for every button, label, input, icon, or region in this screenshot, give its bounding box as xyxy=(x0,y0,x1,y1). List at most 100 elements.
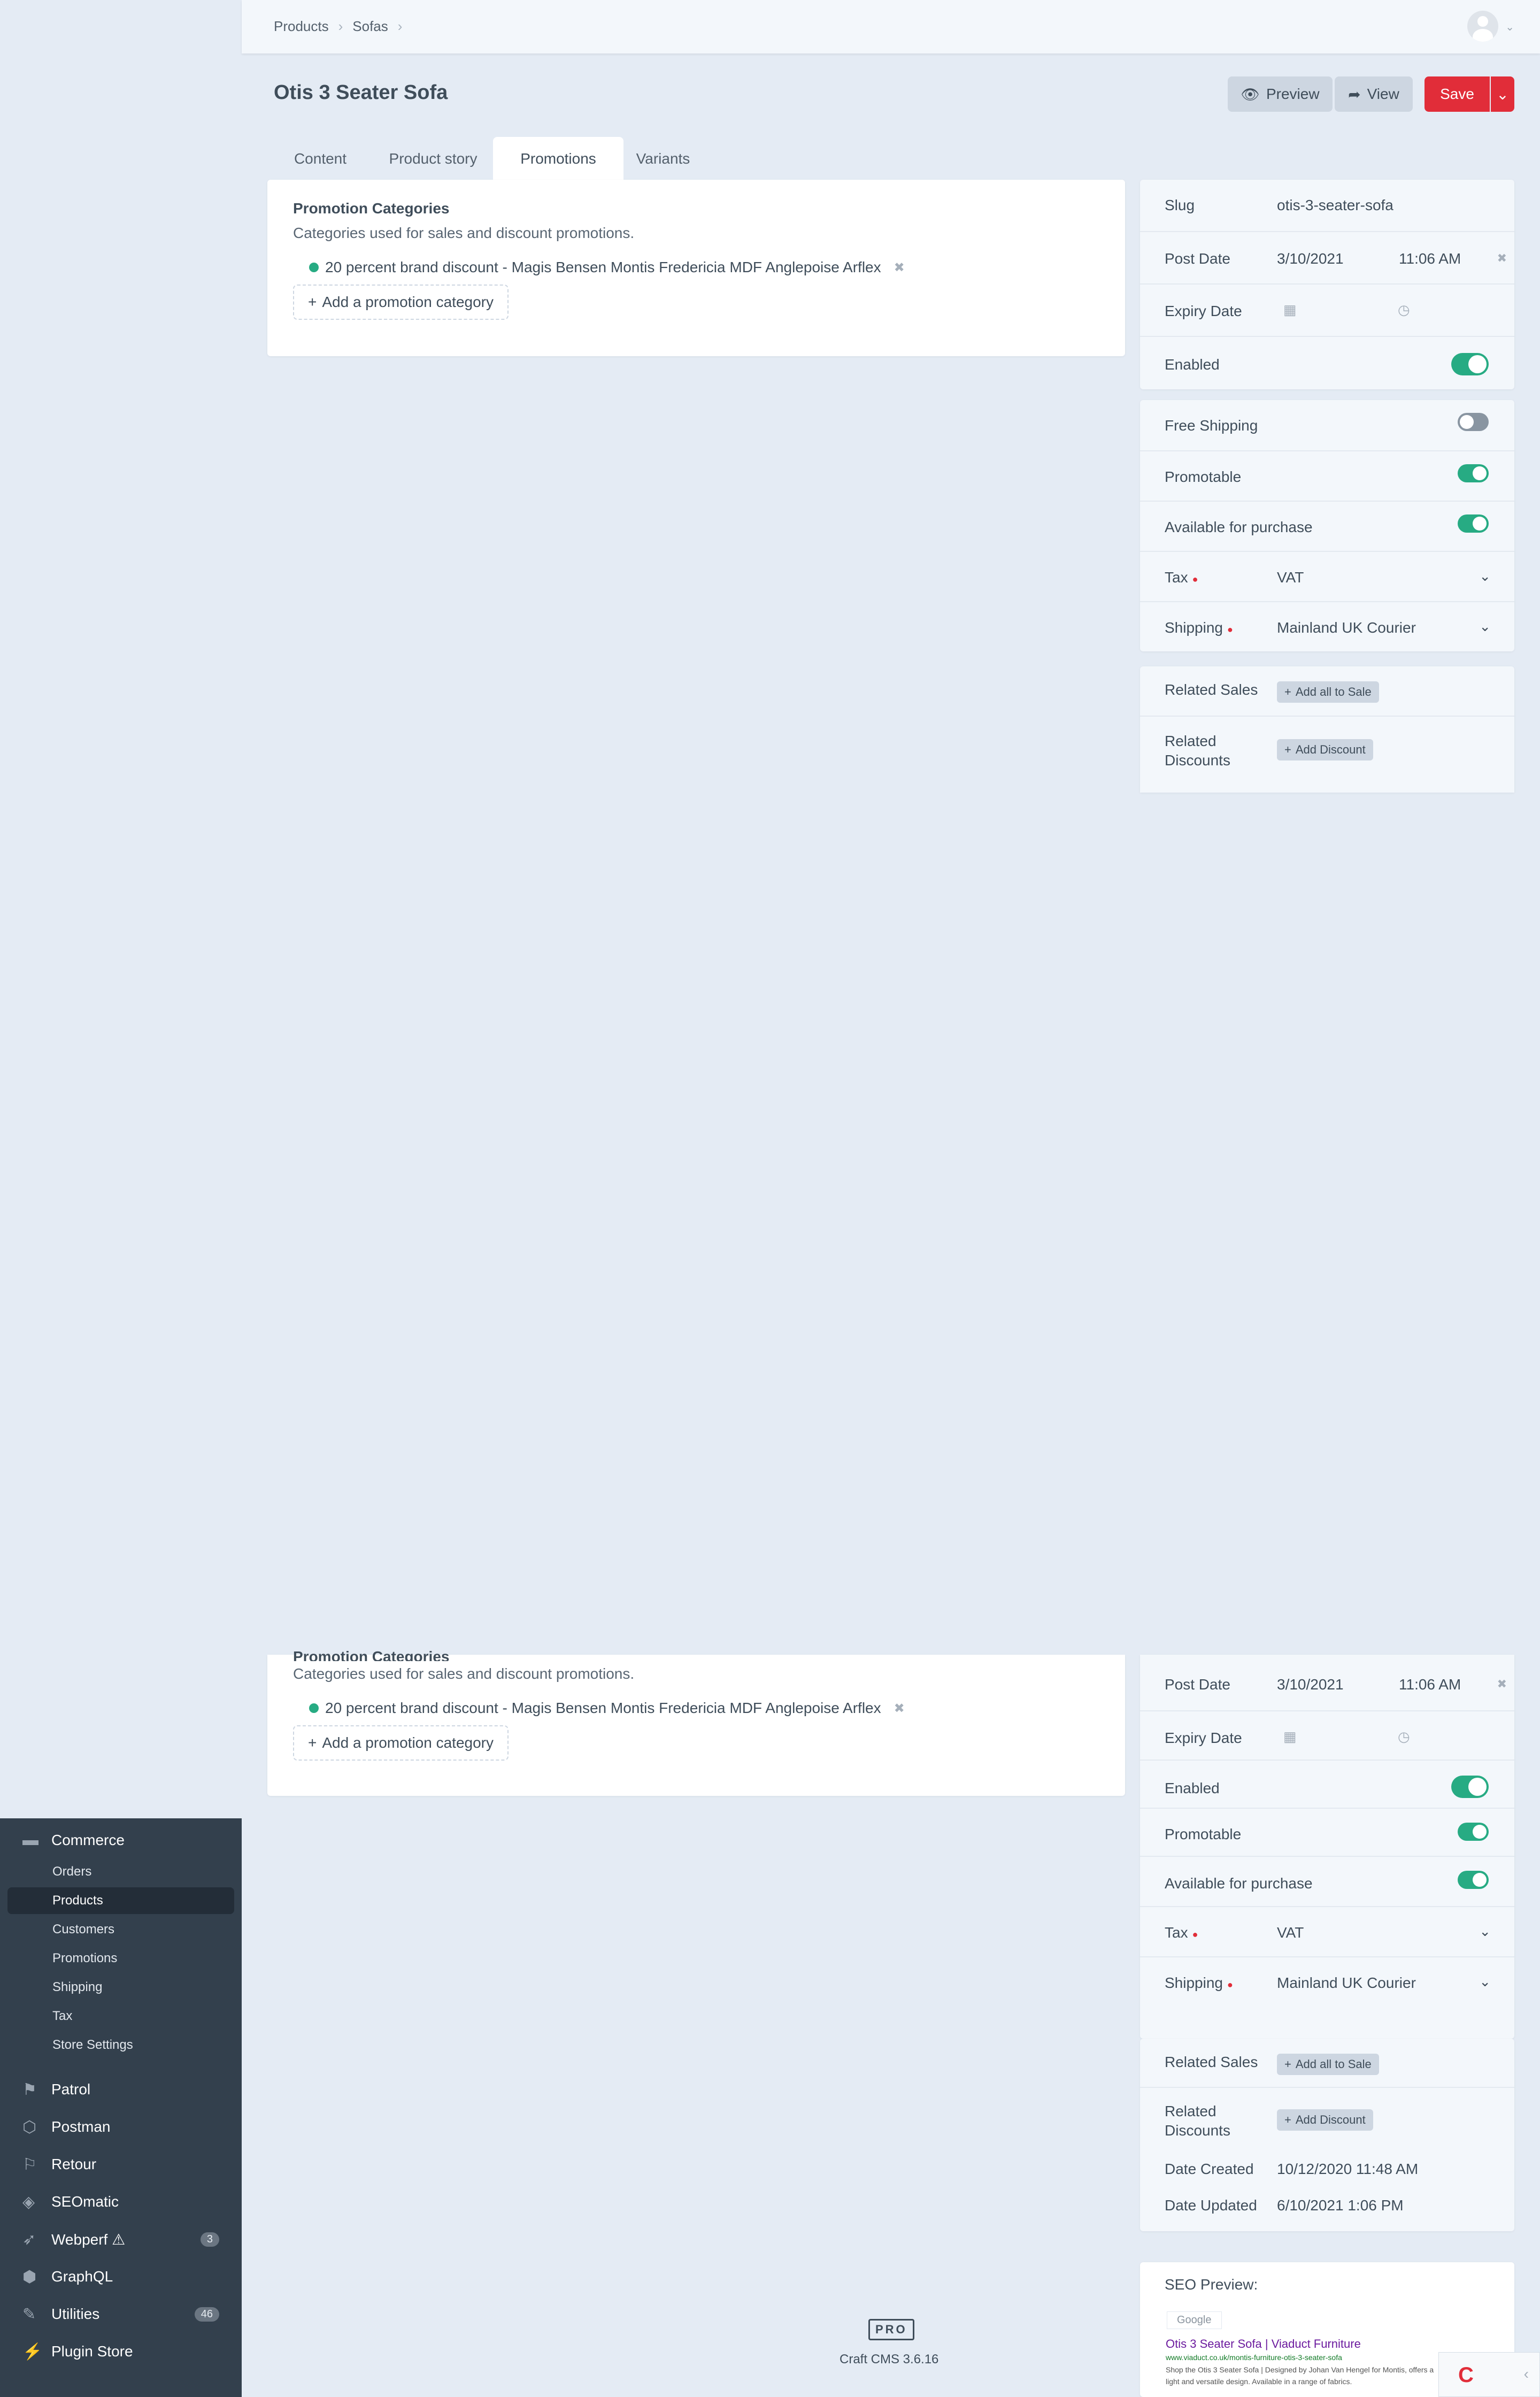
calendar-icon[interactable]: ▦ xyxy=(1283,1728,1297,1745)
tab-content[interactable]: Content xyxy=(278,137,363,181)
debug-toolbar[interactable]: C ‹ xyxy=(1438,2352,1540,2397)
enabled-label: Enabled xyxy=(1165,356,1220,373)
save-options-button[interactable]: ⌄ xyxy=(1491,76,1514,112)
sidebar-item-commerce[interactable]: ▬ Commerce xyxy=(0,1823,125,1858)
sidebar-subitem-store-settings[interactable]: Store Settings xyxy=(7,2032,234,2058)
add-all-to-sale-label-lower: Add all to Sale xyxy=(1295,2057,1372,2071)
plus-icon: + xyxy=(308,1734,317,1751)
date-created-label: Date Created xyxy=(1165,2161,1254,2177)
add-promotion-category-label-lower: Add a promotion category xyxy=(322,1734,494,1751)
expiry-date-row: Expiry Date ▦ ◷ xyxy=(1140,283,1514,336)
available-toggle-lower[interactable] xyxy=(1458,1871,1489,1889)
entry-meta-panel-lower: Post Date 3/10/2021 11:06 AM ✖ Expiry Da… xyxy=(1140,1655,1514,2039)
remove-icon[interactable]: ✖ xyxy=(894,260,905,275)
tab-product-story[interactable]: Product story xyxy=(375,137,491,181)
sidebar-scroll-area xyxy=(0,0,242,1818)
sidebar-item-graphql[interactable]: ⬢ GraphQL xyxy=(0,2259,113,2294)
sidebar-item-utilities[interactable]: ✎ Utilities 46 xyxy=(0,2296,242,2332)
sidebar-item-postman[interactable]: ⬡ Postman xyxy=(0,2109,111,2145)
related-sales-row-lower: Related Sales + Add all to Sale xyxy=(1140,2039,1514,2087)
view-button[interactable]: ➦ View xyxy=(1335,76,1413,112)
chevron-down-icon[interactable]: ⌄ xyxy=(1479,1923,1491,1940)
slug-input[interactable]: otis-3-seater-sofa xyxy=(1277,197,1393,214)
sidebar-subitem-products[interactable]: Products xyxy=(7,1887,234,1914)
craft-version: Craft CMS 3.6.16 xyxy=(840,2352,939,2367)
sidebar-item-retour[interactable]: ⚐ Retour xyxy=(0,2147,96,2182)
chevron-down-icon[interactable]: ⌄ xyxy=(1479,1973,1491,1990)
promotion-categories-title-lower: Promotion Categories xyxy=(293,1648,450,1661)
promotion-category-item[interactable]: 20 percent brand discount - Magis Bensen… xyxy=(309,259,905,276)
tax-row: Tax ● VAT ⌄ xyxy=(1140,551,1514,601)
flag-icon: ⚑ xyxy=(22,2080,37,2099)
chevron-down-icon[interactable]: ⌄ xyxy=(1505,20,1514,34)
post-date-input[interactable]: 3/10/2021 xyxy=(1277,250,1344,267)
sidebar-item-label: Webperf ⚠ xyxy=(51,2231,126,2248)
enabled-toggle[interactable] xyxy=(1451,353,1489,375)
plus-icon: + xyxy=(1284,2057,1291,2071)
preview-button-label: Preview xyxy=(1266,86,1320,102)
save-button[interactable]: Save xyxy=(1424,76,1490,112)
chevron-down-icon[interactable]: ⌄ xyxy=(1479,568,1491,585)
preview-button[interactable]: 👁 Preview xyxy=(1228,76,1333,112)
sidebar-item-webperf[interactable]: ➶ Webperf ⚠ 3 xyxy=(0,2222,242,2257)
related-sales-row: Related Sales + Add all to Sale xyxy=(1140,666,1514,716)
user-avatar[interactable] xyxy=(1467,11,1498,42)
add-all-to-sale-button-lower[interactable]: + Add all to Sale xyxy=(1277,2054,1379,2075)
add-discount-button-lower[interactable]: + Add Discount xyxy=(1277,2109,1373,2131)
free-shipping-toggle[interactable] xyxy=(1458,413,1489,431)
date-created-value: 10/12/2020 11:48 AM xyxy=(1277,2161,1419,2177)
promotion-category-item-lower[interactable]: 20 percent brand discount - Magis Bensen… xyxy=(309,1700,905,1717)
tax-select-lower[interactable]: VAT xyxy=(1277,1924,1304,1941)
shipping-row-lower: Shipping ● Mainland UK Courier ⌄ xyxy=(1140,1956,1514,2007)
sidebar-subitem-promotions[interactable]: Promotions xyxy=(7,1945,234,1972)
sidebar-item-label: Postman xyxy=(51,2118,111,2135)
add-promotion-category-button[interactable]: + Add a promotion category xyxy=(293,285,509,320)
sidebar-item-plugin-store[interactable]: ⚡ Plugin Store xyxy=(0,2334,133,2369)
sidebar-subitem-orders[interactable]: Orders xyxy=(7,1858,234,1885)
tax-label-lower: Tax ● xyxy=(1165,1924,1198,1941)
shipping-select-lower[interactable]: Mainland UK Courier xyxy=(1277,1975,1416,1992)
post-time-input[interactable]: 11:06 AM xyxy=(1399,250,1461,267)
sidebar-item-patrol[interactable]: ⚑ Patrol xyxy=(0,2072,90,2107)
chevron-down-icon[interactable]: ⌄ xyxy=(1479,618,1491,635)
tab-variants[interactable]: Variants xyxy=(629,137,697,181)
tax-select[interactable]: VAT xyxy=(1277,569,1304,586)
tab-promotions[interactable]: Promotions xyxy=(493,137,623,181)
add-discount-button[interactable]: + Add Discount xyxy=(1277,739,1373,760)
add-discount-label-lower: Add Discount xyxy=(1295,2113,1366,2126)
add-all-to-sale-button[interactable]: + Add all to Sale xyxy=(1277,681,1379,703)
promotion-categories-card-lower: Promotion Categories Categories used for… xyxy=(267,1648,1125,1796)
clear-icon[interactable]: ✖ xyxy=(1497,251,1507,265)
post-date-input-lower[interactable]: 3/10/2021 xyxy=(1277,1676,1344,1693)
available-label-lower: Available for purchase xyxy=(1165,1875,1313,1892)
seo-preview-title: Otis 3 Seater Sofa | Viaduct Furniture xyxy=(1166,2337,1361,2350)
clock-icon[interactable]: ◷ xyxy=(1398,1728,1410,1745)
promotable-toggle-lower[interactable] xyxy=(1458,1823,1489,1841)
related-discounts-row-lower: Related Discounts + Add Discount Date Crea… xyxy=(1140,2087,1514,2231)
breadcrumb-sofas[interactable]: Sofas xyxy=(352,18,388,35)
remove-icon[interactable]: ✖ xyxy=(894,1701,905,1716)
clear-icon[interactable]: ✖ xyxy=(1497,1677,1507,1691)
sidebar-subitem-tax[interactable]: Tax xyxy=(7,2003,234,2030)
sidebar-subitem-customers[interactable]: Customers xyxy=(7,1916,234,1943)
edition-badge: PRO xyxy=(868,2319,914,2340)
chevron-right-icon: › xyxy=(338,18,343,34)
calendar-icon[interactable]: ▦ xyxy=(1283,302,1297,318)
post-time-input-lower[interactable]: 11:06 AM xyxy=(1399,1676,1461,1693)
promotable-label-lower: Promotable xyxy=(1165,1826,1242,1842)
seo-engine-tab[interactable]: Google xyxy=(1167,2311,1222,2329)
breadcrumb-products[interactable]: Products xyxy=(274,18,329,35)
promotable-toggle[interactable] xyxy=(1458,464,1489,482)
sidebar-item-seomatic[interactable]: ◈ SEOmatic xyxy=(0,2184,119,2219)
enabled-toggle-lower[interactable] xyxy=(1451,1776,1489,1798)
clock-icon[interactable]: ◷ xyxy=(1398,302,1410,318)
sidebar-subitem-shipping[interactable]: Shipping xyxy=(7,1974,234,2001)
available-toggle[interactable] xyxy=(1458,514,1489,533)
chevron-left-icon[interactable]: ‹ xyxy=(1524,2365,1529,2383)
plus-icon: + xyxy=(1284,2113,1291,2126)
related-sales-label-lower: Related Sales xyxy=(1165,2054,1258,2070)
shipping-select[interactable]: Mainland UK Courier xyxy=(1277,619,1416,636)
seo-preview-label: SEO Preview: xyxy=(1165,2276,1258,2293)
available-row-lower: Available for purchase xyxy=(1140,1856,1514,1906)
add-promotion-category-button-lower[interactable]: + Add a promotion category xyxy=(293,1725,509,1761)
